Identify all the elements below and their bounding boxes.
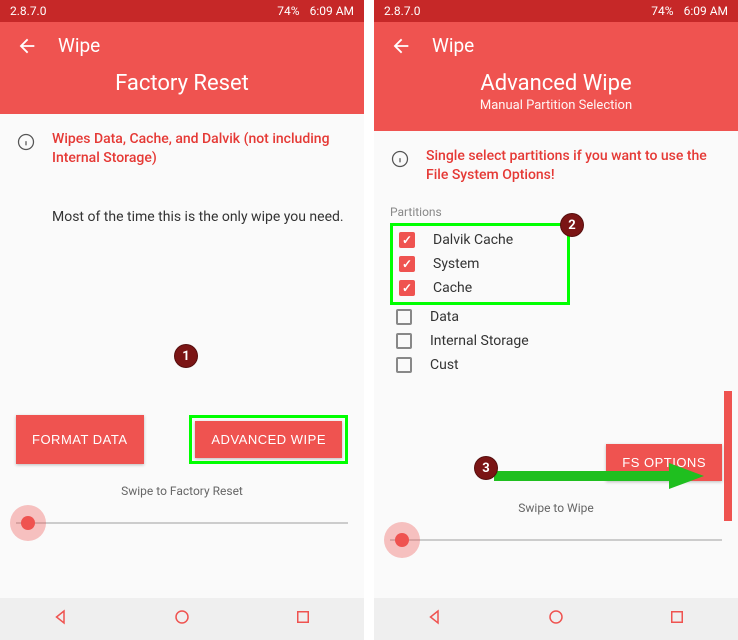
page-subtext: Manual Partition Selection	[390, 98, 722, 113]
swipe-handle[interactable]	[384, 522, 420, 558]
partition-list-highlight: Dalvik Cache System Cache	[390, 223, 570, 305]
swipe-handle[interactable]	[10, 505, 46, 541]
partition-row[interactable]: Cache	[397, 276, 563, 300]
info-text: Single select partitions if you want to …	[426, 147, 722, 185]
time-label: 6:09 AM	[684, 4, 728, 18]
partition-label: System	[433, 256, 479, 272]
statusbar: 2.8.7.0 74% 6:09 AM	[0, 0, 364, 22]
page-title: Wipe	[58, 34, 100, 57]
annotation-badge-1: 1	[174, 344, 198, 368]
partition-row[interactable]: Data	[390, 305, 722, 329]
checkbox-dalvik[interactable]	[399, 232, 415, 248]
nav-back-icon[interactable]	[426, 608, 444, 630]
swipe-label: Swipe to Factory Reset	[16, 484, 348, 498]
partitions-heading: Partitions	[390, 205, 722, 219]
nav-home-icon[interactable]	[173, 608, 191, 630]
swipe-slider[interactable]: Swipe to Factory Reset	[16, 502, 348, 524]
version-label: 2.8.7.0	[10, 4, 46, 18]
info-icon	[390, 149, 410, 169]
nav-recent-icon[interactable]	[668, 608, 686, 630]
swipe-label: Swipe to Wipe	[390, 501, 722, 515]
arrow-annotation-icon	[494, 461, 704, 491]
partition-label: Data	[430, 309, 459, 325]
back-arrow-icon[interactable]	[16, 35, 38, 57]
format-data-button[interactable]: FORMAT DATA	[16, 415, 144, 464]
page-subtitle: Advanced Wipe	[390, 71, 722, 96]
battery-label: 74%	[651, 4, 673, 18]
version-label: 2.8.7.0	[384, 4, 420, 18]
partition-row[interactable]: System	[397, 252, 563, 276]
scroll-indicator[interactable]	[724, 391, 732, 521]
phone-left: 2.8.7.0 74% 6:09 AM Wipe Factory Reset W…	[0, 0, 364, 640]
partition-row[interactable]: Internal Storage	[390, 329, 722, 353]
battery-label: 74%	[277, 4, 299, 18]
time-label: 6:09 AM	[310, 4, 354, 18]
swipe-slider[interactable]: Swipe to Wipe	[390, 519, 722, 541]
partition-label: Dalvik Cache	[433, 232, 513, 248]
annotation-badge-3: 3	[474, 456, 498, 480]
checkbox-cache[interactable]	[399, 280, 415, 296]
note-text: Most of the time this is the only wipe y…	[52, 208, 348, 228]
header: Wipe Advanced Wipe Manual Partition Sele…	[374, 22, 738, 131]
navbar	[374, 598, 738, 640]
navbar	[0, 598, 364, 640]
checkbox-system[interactable]	[399, 256, 415, 272]
checkbox-internal[interactable]	[396, 333, 412, 349]
phone-right: 2.8.7.0 74% 6:09 AM Wipe Advanced Wipe M…	[374, 0, 738, 640]
checkbox-cust[interactable]	[396, 357, 412, 373]
back-arrow-icon[interactable]	[390, 35, 412, 57]
header: Wipe Factory Reset	[0, 22, 364, 114]
checkbox-data[interactable]	[396, 309, 412, 325]
page-subtitle: Factory Reset	[16, 71, 348, 96]
info-icon	[16, 132, 36, 152]
statusbar: 2.8.7.0 74% 6:09 AM	[374, 0, 738, 22]
partition-label: Internal Storage	[430, 333, 529, 349]
partition-row[interactable]: Dalvik Cache	[397, 228, 563, 252]
nav-recent-icon[interactable]	[294, 608, 312, 630]
advanced-wipe-button[interactable]: ADVANCED WIPE	[195, 421, 342, 458]
partition-label: Cache	[433, 280, 472, 296]
partition-row[interactable]: Cust	[390, 353, 722, 377]
nav-back-icon[interactable]	[52, 608, 70, 630]
nav-home-icon[interactable]	[547, 608, 565, 630]
annotation-badge-2: 2	[560, 213, 584, 237]
info-text: Wipes Data, Cache, and Dalvik (not inclu…	[52, 130, 348, 168]
highlight-advanced-wipe: ADVANCED WIPE	[189, 415, 348, 464]
partition-label: Cust	[430, 357, 459, 373]
page-title: Wipe	[432, 34, 474, 57]
